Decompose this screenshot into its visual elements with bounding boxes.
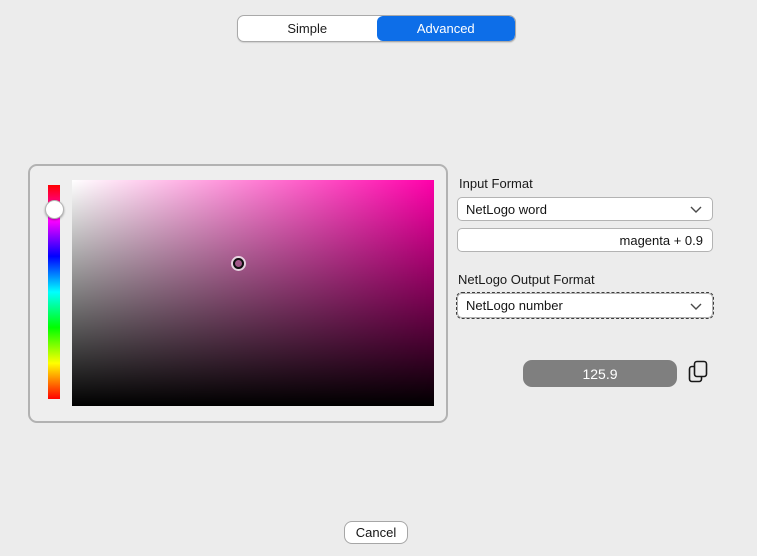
hue-slider-handle[interactable] [45,200,64,219]
tab-simple[interactable]: Simple [238,16,377,41]
saturation-value-area[interactable] [72,180,434,406]
chevron-down-icon [688,201,704,217]
color-input-field[interactable] [457,228,713,252]
input-format-label: Input Format [459,176,533,191]
input-format-dropdown[interactable]: NetLogo word [457,197,713,221]
input-format-dropdown-value: NetLogo word [466,202,547,217]
color-picker-dialog: Simple Advanced Input Format NetLogo wor… [0,0,757,556]
color-selection-cursor[interactable] [233,258,244,269]
color-picker-panel [28,164,448,423]
cancel-button[interactable]: Cancel [344,521,408,544]
chevron-down-icon [688,298,704,314]
copy-icon [687,359,709,388]
output-format-dropdown-value: NetLogo number [466,298,563,313]
mode-toggle: Simple Advanced [237,15,516,42]
output-format-dropdown[interactable]: NetLogo number [457,293,713,318]
output-format-label: NetLogo Output Format [458,272,595,287]
output-value: 125.9 [582,366,617,382]
tab-advanced[interactable]: Advanced [377,16,516,41]
output-value-box: 125.9 [523,360,677,387]
copy-button[interactable] [686,359,710,387]
